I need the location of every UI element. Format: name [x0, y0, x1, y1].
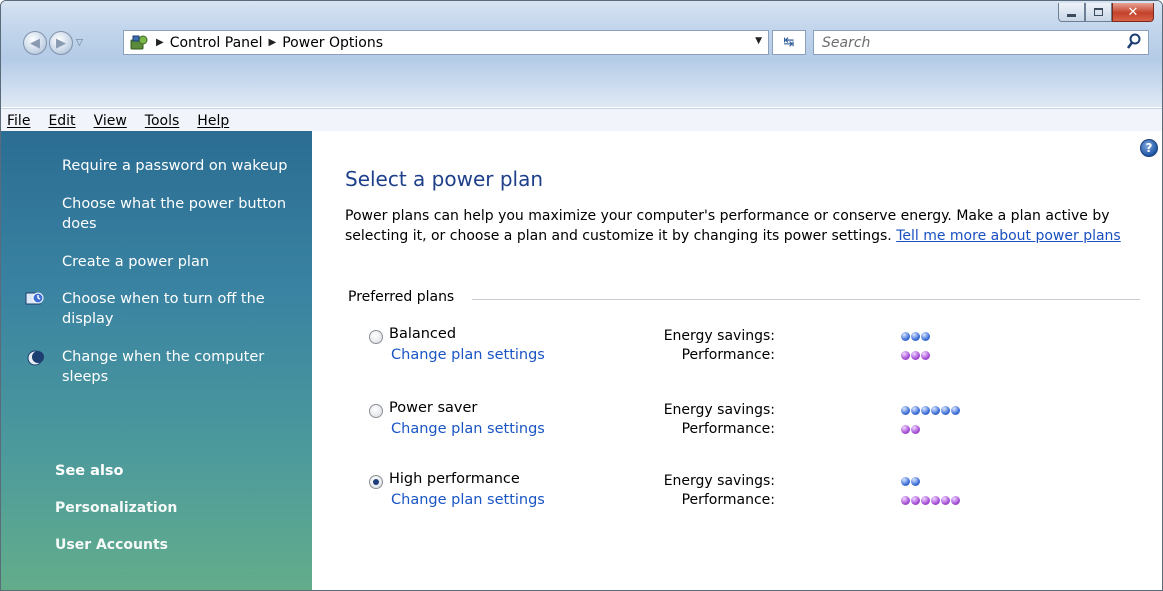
toolbar-gap [1, 59, 1162, 107]
rating-dot [951, 496, 960, 505]
refresh-button[interactable]: ↹ [772, 30, 806, 55]
sidebar-link-create-plan[interactable]: Create a power plan [62, 252, 302, 272]
search-box[interactable] [813, 30, 1149, 55]
sidebar-link-computer-sleeps[interactable]: Change when the computer sleeps [62, 347, 302, 387]
rating-dot [901, 496, 910, 505]
monitor-clock-icon [24, 290, 46, 310]
minimize-icon [1067, 13, 1076, 17]
rating-dot [931, 406, 940, 415]
address-bar[interactable]: ▶ Control Panel ▶ Power Options ▼ [123, 30, 769, 55]
search-icon[interactable] [1126, 33, 1142, 55]
page-title: Select a power plan [345, 167, 544, 191]
rating-dot [911, 332, 920, 341]
sidebar-link-personalization[interactable]: Personalization [55, 500, 177, 516]
change-plan-settings-link[interactable]: Change plan settings [391, 347, 545, 363]
close-button[interactable]: ✕ [1112, 3, 1154, 22]
breadcrumb-separator-icon[interactable]: ▶ [269, 37, 277, 48]
plan-power-saver: Power saver Change plan settings Energy … [366, 400, 1146, 446]
energy-savings-meter [901, 406, 960, 415]
energy-savings-label: Energy savings: [663, 402, 775, 418]
help-icon[interactable]: ? [1140, 139, 1158, 157]
group-divider [472, 299, 1140, 300]
plan-radio-power-saver[interactable] [369, 404, 383, 418]
plan-radio-high-performance[interactable] [369, 475, 383, 489]
tell-me-more-link[interactable]: Tell me more about power plans [896, 228, 1121, 244]
forward-button[interactable]: ▶ [49, 31, 73, 55]
close-icon: ✕ [1127, 4, 1139, 20]
performance-meter [901, 496, 960, 505]
menu-tools[interactable]: Tools [136, 113, 189, 129]
plan-name-high-performance[interactable]: High performance [389, 471, 520, 487]
address-dropdown-icon[interactable]: ▼ [755, 36, 762, 46]
sidebar-link-power-button[interactable]: Choose what the power button does [62, 194, 302, 234]
performance-meter [901, 425, 920, 434]
task-pane: Require a password on wakeup Choose what… [1, 131, 312, 590]
plan-radio-balanced[interactable] [369, 330, 383, 344]
energy-savings-label: Energy savings: [663, 473, 775, 489]
performance-label: Performance: [681, 492, 775, 508]
see-also-heading: See also [55, 463, 124, 479]
breadcrumb-control-panel[interactable]: Control Panel [170, 35, 263, 51]
rating-dot [911, 477, 920, 486]
menu-bar: File Edit View Tools Help [1, 108, 1162, 132]
sidebar-link-turn-off-display[interactable]: Choose when to turn off the display [62, 289, 302, 329]
breadcrumb-power-options[interactable]: Power Options [282, 35, 383, 51]
rating-dot [951, 406, 960, 415]
rating-dot [901, 477, 910, 486]
rating-dot [901, 332, 910, 341]
rating-dot [901, 425, 910, 434]
rating-dot [941, 406, 950, 415]
breadcrumb-separator-icon[interactable]: ▶ [156, 37, 164, 48]
rating-dot [901, 351, 910, 360]
title-bar: ✕ ◀ ▶ ▽ ▶ Control Panel ▶ Power Options … [1, 1, 1162, 59]
change-plan-settings-link[interactable]: Change plan settings [391, 492, 545, 508]
rating-dot [911, 496, 920, 505]
sidebar-link-require-password[interactable]: Require a password on wakeup [62, 156, 302, 176]
rating-dot [941, 496, 950, 505]
performance-label: Performance: [681, 421, 775, 437]
moon-icon [24, 348, 46, 368]
rating-dot [921, 406, 930, 415]
rating-dot [931, 496, 940, 505]
plan-name-balanced[interactable]: Balanced [389, 326, 456, 342]
change-plan-settings-link[interactable]: Change plan settings [391, 421, 545, 437]
performance-meter [901, 351, 930, 360]
plan-name-power-saver[interactable]: Power saver [389, 400, 477, 416]
control-panel-icon [128, 33, 150, 53]
intro-text: Power plans can help you maximize your c… [345, 206, 1135, 246]
rating-dot [911, 425, 920, 434]
navigation-row: ◀ ▶ ▽ ▶ Control Panel ▶ Power Options ▼ … [1, 27, 1162, 59]
sidebar-link-user-accounts[interactable]: User Accounts [55, 537, 168, 553]
energy-savings-meter [901, 332, 930, 341]
energy-savings-meter [901, 477, 920, 486]
rating-dot [921, 496, 930, 505]
menu-help[interactable]: Help [188, 113, 238, 129]
menu-file[interactable]: File [1, 113, 39, 129]
performance-label: Performance: [681, 347, 775, 363]
maximize-button[interactable] [1085, 3, 1112, 22]
arrow-right-icon: ▶ [56, 35, 66, 51]
back-button[interactable]: ◀ [23, 31, 47, 55]
rating-dot [921, 351, 930, 360]
preferred-plans-label: Preferred plans [348, 289, 463, 305]
plan-high-performance: High performance Change plan settings En… [366, 471, 1146, 517]
minimize-button[interactable] [1058, 3, 1085, 22]
power-options-window: ✕ ◀ ▶ ▽ ▶ Control Panel ▶ Power Options … [0, 0, 1163, 591]
main-content: ? Select a power plan Power plans can he… [312, 131, 1162, 590]
menu-edit[interactable]: Edit [39, 113, 84, 129]
rating-dot [911, 406, 920, 415]
arrow-left-icon: ◀ [30, 35, 40, 51]
caption-buttons: ✕ [1058, 3, 1154, 22]
menu-view[interactable]: View [85, 113, 136, 129]
search-input[interactable] [814, 31, 1114, 54]
maximize-icon [1094, 8, 1103, 16]
rating-dot [911, 351, 920, 360]
recent-pages-dropdown[interactable]: ▽ [76, 38, 83, 48]
energy-savings-label: Energy savings: [663, 328, 775, 344]
rating-dot [901, 406, 910, 415]
plan-balanced: Balanced Change plan settings Energy sav… [366, 326, 1146, 372]
rating-dot [921, 332, 930, 341]
refresh-icon: ↹ [783, 35, 795, 50]
